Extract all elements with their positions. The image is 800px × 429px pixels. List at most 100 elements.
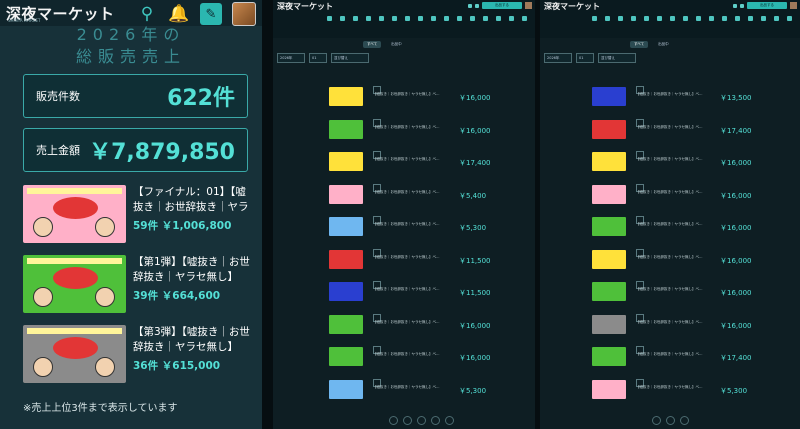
category-item[interactable]: [440, 12, 453, 38]
item-title: 【嘘抜き｜お世辞抜き｜ヤラセ無し】ベ…: [636, 254, 703, 259]
category-item[interactable]: [653, 12, 666, 38]
category-item[interactable]: [479, 12, 492, 38]
stat-label: 売上金額: [36, 144, 80, 157]
list-item[interactable]: 【嘘抜き｜お世辞抜き｜ヤラセ無し】ベ… ￥16,000: [540, 275, 800, 308]
tab-listed[interactable]: 出品中: [387, 41, 406, 48]
bell-icon[interactable]: [740, 3, 744, 8]
list-item[interactable]: 【嘘抜き｜お世辞抜き｜ヤラセ無し】ベ… ￥11,500: [273, 243, 535, 276]
list-item[interactable]: 【嘘抜き｜お世辞抜き｜ヤラセ無し】ベ… ￥16,000: [540, 308, 800, 341]
category-item[interactable]: [718, 12, 731, 38]
year-select[interactable]: 2026年: [277, 53, 305, 63]
page-button[interactable]: [403, 416, 412, 425]
bell-icon[interactable]: 🔔: [168, 3, 190, 25]
month-select[interactable]: 01: [576, 53, 594, 63]
category-item[interactable]: [375, 12, 388, 38]
list-item[interactable]: 【嘘抜き｜お世辞抜き｜ヤラセ無し】ベ… ￥16,000: [540, 145, 800, 178]
category-icon: [605, 16, 610, 21]
category-item[interactable]: [692, 12, 705, 38]
category-item[interactable]: [466, 12, 479, 38]
category-item[interactable]: [505, 12, 518, 38]
list-item[interactable]: 【嘘抜き｜お世辞抜き｜ヤラセ無し】ベ… ￥16,000: [273, 308, 535, 341]
list-item[interactable]: 【嘘抜き｜お世辞抜き｜ヤラセ無し】ベ… ￥16,000: [540, 178, 800, 211]
category-item[interactable]: [770, 12, 783, 38]
list-item[interactable]: 【嘘抜き｜お世辞抜き｜ヤラセ無し】ベ… ￥11,500: [273, 275, 535, 308]
category-item[interactable]: [323, 12, 336, 38]
avatar[interactable]: [525, 2, 532, 9]
category-item[interactable]: [627, 12, 640, 38]
list-item[interactable]: 【嘘抜き｜お世辞抜き｜ヤラセ無し】ベ… ￥5,400: [273, 178, 535, 211]
category-icon: [418, 16, 423, 21]
sort-select[interactable]: 並び替え: [598, 53, 636, 63]
category-item[interactable]: [666, 12, 679, 38]
page-button[interactable]: [445, 416, 454, 425]
list-item[interactable]: 【嘘抜き｜お世辞抜き｜ヤラセ無し】ベ… ￥16,000: [273, 340, 535, 373]
list-item[interactable]: 【嘘抜き｜お世辞抜き｜ヤラセ無し】ベ… ￥5,300: [273, 210, 535, 243]
site-tagline: SHINYA MARKET: [8, 18, 41, 23]
category-item[interactable]: [362, 12, 375, 38]
page-button[interactable]: [431, 416, 440, 425]
category-item[interactable]: [518, 12, 531, 38]
category-item[interactable]: [601, 12, 614, 38]
edit-icon[interactable]: ✎: [200, 3, 222, 25]
item-thumbnail: [329, 249, 363, 269]
search-icon[interactable]: [733, 3, 737, 8]
page-button[interactable]: [389, 416, 398, 425]
top-item[interactable]: 【第3弾】【嘘抜き｜お世辞抜き｜ヤラセ無し】ベ… 36件 ￥615,000: [23, 325, 252, 383]
list-item[interactable]: 【嘘抜き｜お世辞抜き｜ヤラセ無し】ベ… ￥13,500: [540, 80, 800, 113]
sell-button[interactable]: 出品する: [747, 2, 787, 9]
category-item[interactable]: [336, 12, 349, 38]
page-button[interactable]: [666, 416, 675, 425]
page-button[interactable]: [680, 416, 689, 425]
search-icon[interactable]: ⚲: [136, 3, 158, 25]
sort-select[interactable]: 並び替え: [331, 53, 369, 63]
category-item[interactable]: [588, 12, 601, 38]
avatar[interactable]: [790, 2, 797, 9]
category-item[interactable]: [414, 12, 427, 38]
tab-all[interactable]: すべて: [630, 40, 649, 48]
list-item[interactable]: 【嘘抜き｜お世辞抜き｜ヤラセ無し】ベ… ￥17,400: [273, 145, 535, 178]
category-icon: [748, 16, 753, 21]
category-item[interactable]: [492, 12, 505, 38]
list-item[interactable]: 【嘘抜き｜お世辞抜き｜ヤラセ無し】ベ… ￥17,400: [540, 340, 800, 373]
category-item[interactable]: [401, 12, 414, 38]
search-icon[interactable]: [468, 3, 472, 8]
tab-listed[interactable]: 出品中: [654, 41, 673, 48]
page-button[interactable]: [652, 416, 661, 425]
list-item[interactable]: 【嘘抜き｜お世辞抜き｜ヤラセ無し】ベ… ￥16,000: [273, 113, 535, 146]
sell-button[interactable]: 出品する: [482, 2, 522, 9]
category-item[interactable]: [783, 12, 796, 38]
headline: 2026年の 総販売売上: [0, 24, 262, 68]
category-item[interactable]: [388, 12, 401, 38]
item-list: 【嘘抜き｜お世辞抜き｜ヤラセ無し】ベ… ￥16,000 【嘘抜き｜お世辞抜き｜ヤラセ…: [273, 66, 535, 405]
month-select[interactable]: 01: [309, 53, 327, 63]
top-item[interactable]: 【ファイナル：01】【嘘抜き｜お世辞抜き｜ヤラセ… 59件 ￥1,006,800: [23, 185, 252, 243]
category-item[interactable]: [757, 12, 770, 38]
page-button[interactable]: [417, 416, 426, 425]
site-logo[interactable]: 深夜マーケット: [277, 1, 333, 12]
bell-icon[interactable]: [475, 3, 479, 8]
list-item[interactable]: 【嘘抜き｜お世辞抜き｜ヤラセ無し】ベ… ￥17,400: [540, 113, 800, 146]
top-item[interactable]: 【第1弾】【嘘抜き｜お世辞抜き｜ヤラセ無し】ベ… 39件 ￥664,600: [23, 255, 252, 313]
category-item[interactable]: [679, 12, 692, 38]
list-item[interactable]: 【嘘抜き｜お世辞抜き｜ヤラセ無し】ベ… ￥5,300: [540, 373, 800, 406]
category-item[interactable]: [453, 12, 466, 38]
list-item[interactable]: 【嘘抜き｜お世辞抜き｜ヤラセ無し】ベ… ￥16,000: [273, 80, 535, 113]
category-item[interactable]: [744, 12, 757, 38]
category-item[interactable]: [731, 12, 744, 38]
list-item[interactable]: 【嘘抜き｜お世辞抜き｜ヤラセ無し】ベ… ￥16,000: [540, 210, 800, 243]
tab-all[interactable]: すべて: [363, 40, 382, 48]
list-item[interactable]: 【嘘抜き｜お世辞抜き｜ヤラセ無し】ベ… ￥5,300: [273, 373, 535, 406]
filter-bar: 2026年 01 並び替え: [540, 50, 800, 66]
category-item[interactable]: [349, 12, 362, 38]
category-item[interactable]: [705, 12, 718, 38]
category-item[interactable]: [427, 12, 440, 38]
year-select[interactable]: 2026年: [544, 53, 572, 63]
item-title: 【嘘抜き｜お世辞抜き｜ヤラセ無し】ベ…: [636, 384, 703, 389]
avatar[interactable]: [232, 2, 256, 26]
item-price: ￥16,000: [720, 191, 752, 200]
category-item[interactable]: [614, 12, 627, 38]
site-logo[interactable]: 深夜マーケット: [544, 1, 600, 12]
category-item[interactable]: [640, 12, 653, 38]
item-title: 【嘘抜き｜お世辞抜き｜ヤラセ無し】ベ…: [373, 352, 440, 356]
list-item[interactable]: 【嘘抜き｜お世辞抜き｜ヤラセ無し】ベ… ￥16,000: [540, 243, 800, 276]
